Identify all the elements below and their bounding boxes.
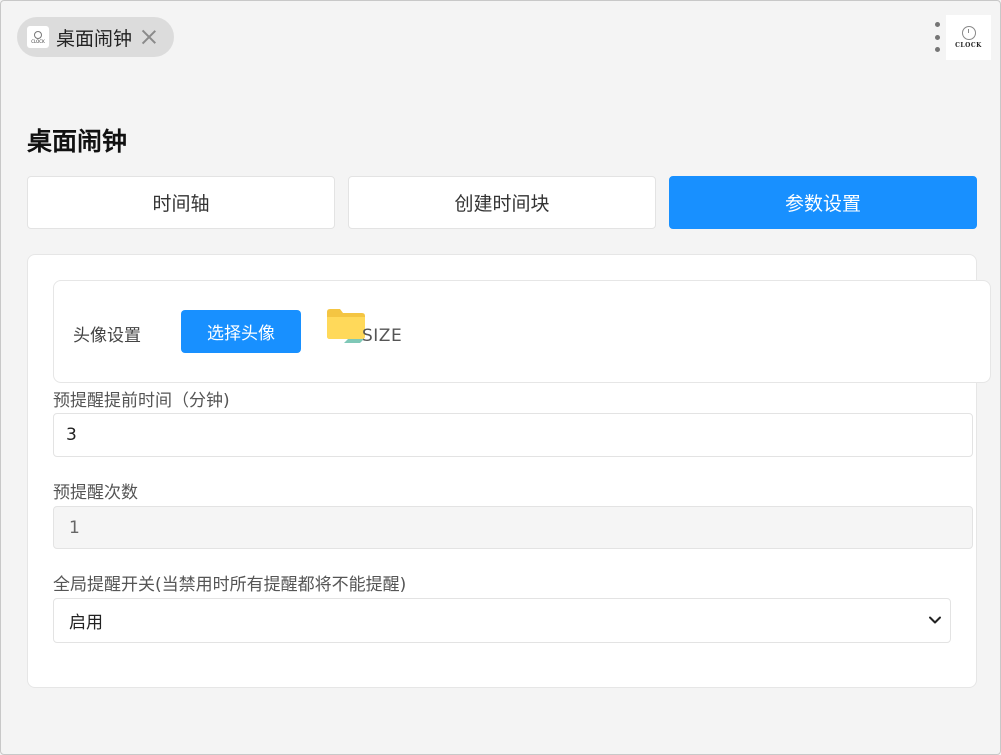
tab-settings[interactable]: 参数设置 — [669, 176, 977, 229]
close-icon[interactable] — [141, 29, 157, 45]
chevron-down-icon — [929, 616, 941, 624]
app-tab[interactable]: CLOCK 桌面闹钟 — [17, 17, 174, 57]
global-reminder-switch-label: 全局提醒开关(当禁用时所有提醒都将不能提醒) — [53, 575, 407, 595]
logo-text: CLOCK — [955, 42, 982, 49]
page-title: 桌面闹钟 — [27, 127, 128, 156]
app-logo: CLOCK — [946, 15, 991, 60]
choose-avatar-button[interactable]: 选择头像 — [181, 310, 301, 353]
avatar-settings-label: 头像设置 — [73, 326, 141, 346]
more-vertical-icon[interactable] — [930, 22, 944, 52]
global-reminder-switch-value: 启用 — [69, 613, 103, 633]
advance-minutes-label: 预提醒提前时间（分钟) — [53, 391, 230, 411]
tab-create-time-block[interactable]: 创建时间块 — [348, 176, 656, 229]
reminder-count-input[interactable] — [53, 506, 973, 549]
global-reminder-switch-select[interactable]: 启用 — [53, 598, 951, 643]
reminder-count-label: 预提醒次数 — [53, 483, 138, 503]
tab-title: 桌面闹钟 — [56, 27, 133, 50]
clock-icon — [961, 26, 976, 40]
folder-icon — [327, 309, 365, 343]
clock-favicon-icon: CLOCK — [27, 26, 49, 48]
tab-timeline[interactable]: 时间轴 — [27, 176, 335, 229]
advance-minutes-input[interactable] — [53, 413, 973, 457]
avatar-size-text: SIZE — [362, 326, 403, 346]
